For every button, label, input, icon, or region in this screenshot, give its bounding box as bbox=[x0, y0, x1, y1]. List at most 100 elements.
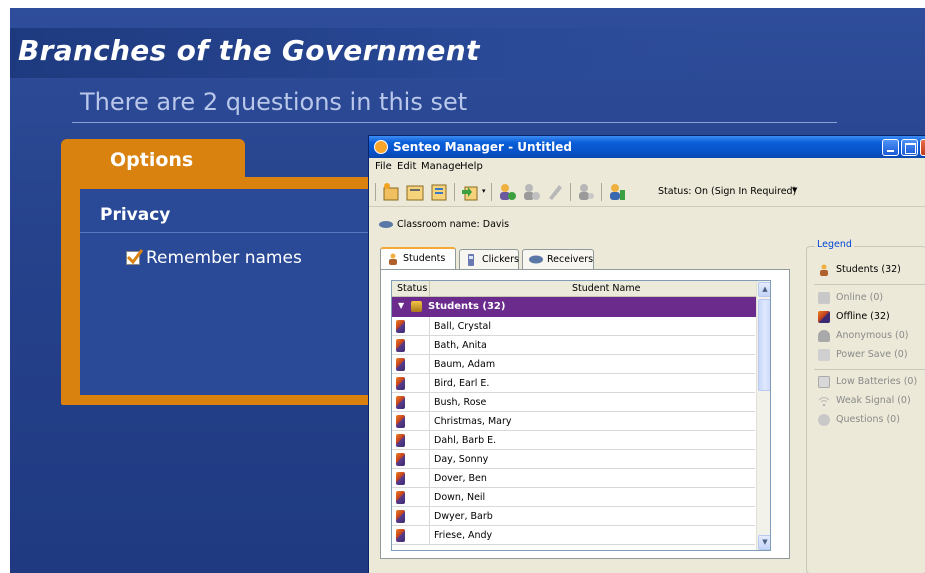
students-icon bbox=[389, 253, 397, 265]
remember-names-checkbox[interactable] bbox=[126, 249, 144, 265]
question-icon bbox=[818, 414, 830, 426]
close-button[interactable] bbox=[920, 139, 925, 156]
divider bbox=[72, 122, 837, 123]
table-row[interactable]: Down, Neil bbox=[392, 488, 755, 507]
remember-names-label[interactable]: Remember names bbox=[146, 248, 302, 268]
offline-icon bbox=[396, 510, 405, 523]
menu-edit[interactable]: Edit bbox=[397, 161, 416, 172]
legend-weak-signal-label: Weak Signal (0) bbox=[836, 395, 911, 406]
student-name: Bird, Earl E. bbox=[434, 378, 490, 389]
status-cell bbox=[392, 488, 430, 507]
table-row[interactable]: Ball, Crystal bbox=[392, 317, 755, 336]
sign-in-icon[interactable] bbox=[576, 182, 596, 202]
table-row[interactable]: Day, Sonny bbox=[392, 450, 755, 469]
remove-student-icon[interactable] bbox=[521, 182, 541, 202]
signal-icon bbox=[818, 397, 830, 407]
toolbar-grip bbox=[375, 183, 376, 201]
legend-power-save-label: Power Save (0) bbox=[836, 349, 908, 360]
status-cell bbox=[392, 412, 430, 431]
status-cell bbox=[392, 393, 430, 412]
tab-students[interactable]: Students bbox=[380, 247, 456, 270]
app-icon bbox=[374, 140, 388, 154]
divider bbox=[814, 369, 925, 370]
status-label[interactable]: Status: On (Sign In Required) bbox=[658, 186, 796, 197]
offline-icon bbox=[396, 529, 405, 542]
offline-icon bbox=[396, 491, 405, 504]
table-header: Status Student Name bbox=[392, 281, 770, 297]
tab-clickers[interactable]: Clickers bbox=[459, 249, 519, 269]
add-student-icon[interactable] bbox=[497, 182, 517, 202]
tab-receivers-label: Receivers bbox=[547, 254, 594, 265]
table-row[interactable]: Dwyer, Barb bbox=[392, 507, 755, 526]
table-row[interactable]: Dover, Ben bbox=[392, 469, 755, 488]
legend-questions-label: Questions (0) bbox=[836, 414, 900, 425]
offline-icon bbox=[396, 396, 405, 409]
group-label: Students (32) bbox=[428, 301, 506, 312]
student-name: Dahl, Barb E. bbox=[434, 435, 497, 446]
status-cell bbox=[392, 355, 430, 374]
column-header-status[interactable]: Status bbox=[392, 281, 430, 297]
status-cell bbox=[392, 526, 430, 545]
offline-icon bbox=[396, 377, 405, 390]
dropdown-arrow-icon[interactable]: ▾ bbox=[482, 187, 486, 195]
students-table: Status Student Name ▼ Students (32) Ball… bbox=[391, 280, 771, 551]
student-name: Christmas, Mary bbox=[434, 416, 512, 427]
status-cell bbox=[392, 450, 430, 469]
legend-title: Legend bbox=[815, 239, 854, 250]
scroll-up-button[interactable]: ▲ bbox=[758, 282, 770, 297]
menu-file[interactable]: File bbox=[375, 161, 392, 172]
maximize-button[interactable] bbox=[901, 139, 918, 156]
student-name: Baum, Adam bbox=[434, 359, 496, 370]
column-header-student-name[interactable]: Student Name bbox=[572, 283, 640, 294]
legend-offline-label: Offline (32) bbox=[836, 311, 890, 322]
toolbar: ▾ Status: On (Sign In Required) ▼ bbox=[369, 177, 925, 207]
open-class-icon[interactable] bbox=[405, 182, 425, 202]
scrollbar-thumb[interactable] bbox=[758, 299, 770, 391]
group-icon bbox=[411, 301, 422, 312]
group-row-students[interactable]: ▼ Students (32) bbox=[392, 297, 770, 317]
window-title: Senteo Manager - Untitled bbox=[393, 140, 572, 154]
legend-anonymous-label: Anonymous (0) bbox=[836, 330, 909, 341]
student-name: Dwyer, Barb bbox=[434, 511, 493, 522]
divider bbox=[80, 232, 372, 233]
table-row[interactable]: Bird, Earl E. bbox=[392, 374, 755, 393]
menu-help[interactable]: Help bbox=[460, 161, 483, 172]
student-name: Friese, Andy bbox=[434, 530, 493, 541]
table-row[interactable]: Christmas, Mary bbox=[392, 412, 755, 431]
student-name: Day, Sonny bbox=[434, 454, 489, 465]
scroll-down-button[interactable]: ▼ bbox=[758, 535, 770, 550]
toolbar-separator bbox=[491, 183, 492, 201]
status-cell bbox=[392, 317, 430, 336]
toolbar-separator bbox=[454, 183, 455, 201]
table-row[interactable]: Friese, Andy bbox=[392, 526, 755, 545]
tab-clickers-label: Clickers bbox=[482, 254, 519, 265]
toolbar-separator bbox=[570, 183, 571, 201]
import-icon[interactable] bbox=[460, 182, 480, 202]
table-row[interactable]: Dahl, Barb E. bbox=[392, 431, 755, 450]
window-titlebar[interactable]: Senteo Manager - Untitled bbox=[369, 136, 925, 158]
tab-receivers[interactable]: Receivers bbox=[522, 249, 594, 269]
minimize-button[interactable] bbox=[882, 139, 899, 156]
students-icon bbox=[820, 264, 828, 276]
menu-manage[interactable]: Manage bbox=[421, 161, 461, 172]
slide-subtitle: There are 2 questions in this set bbox=[80, 88, 468, 116]
legend-low-batteries-label: Low Batteries (0) bbox=[836, 376, 918, 387]
collapse-arrow-icon[interactable]: ▼ bbox=[398, 301, 404, 310]
save-class-icon[interactable] bbox=[429, 182, 449, 202]
status-icon[interactable] bbox=[607, 182, 627, 202]
status-cell bbox=[392, 469, 430, 488]
status-dropdown-icon[interactable]: ▼ bbox=[792, 186, 797, 194]
vertical-scrollbar[interactable]: ▲ ▼ bbox=[756, 281, 770, 550]
offline-icon bbox=[396, 358, 405, 371]
power-save-icon bbox=[818, 349, 830, 361]
new-class-icon[interactable] bbox=[381, 182, 401, 202]
table-row[interactable]: Baum, Adam bbox=[392, 355, 755, 374]
offline-icon bbox=[396, 339, 405, 352]
offline-icon bbox=[396, 320, 405, 333]
table-row[interactable]: Bush, Rose bbox=[392, 393, 755, 412]
checkmark-icon bbox=[126, 249, 144, 265]
tab-students-label: Students bbox=[403, 253, 446, 264]
table-row[interactable]: Bath, Anita bbox=[392, 336, 755, 355]
edit-student-icon[interactable] bbox=[545, 182, 565, 202]
student-name: Dover, Ben bbox=[434, 473, 487, 484]
